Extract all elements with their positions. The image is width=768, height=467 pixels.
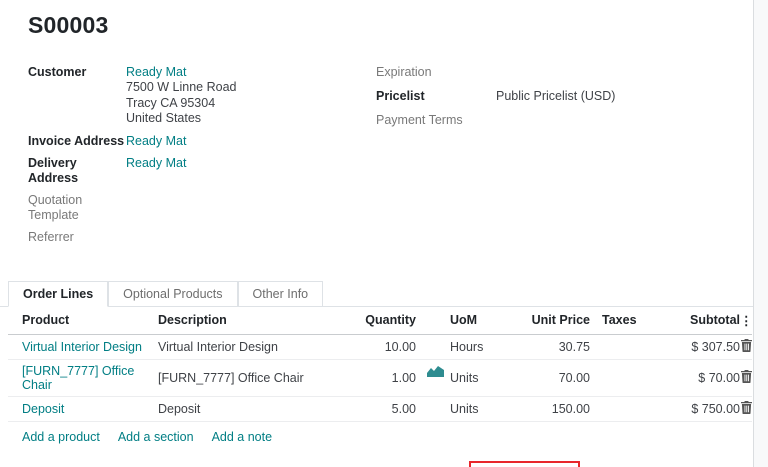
add-note-link[interactable]: Add a note — [212, 430, 272, 444]
invoice-address-value: Ready Mat — [126, 134, 186, 149]
table-row[interactable]: Virtual Interior Design Virtual Interior… — [8, 334, 752, 359]
delivery-address-link[interactable]: Ready Mat — [126, 156, 186, 170]
cell-unit-price[interactable]: 30.75 — [510, 334, 590, 359]
field-expiration: Expiration — [376, 65, 768, 80]
customer-address-line: Tracy CA 95304 — [126, 96, 237, 112]
cell-taxes[interactable] — [590, 334, 652, 359]
field-group-right: Expiration Pricelist Public Pricelist (U… — [372, 65, 768, 252]
cell-description[interactable]: Virtual Interior Design — [158, 334, 330, 359]
cell-taxes[interactable] — [590, 396, 652, 421]
delete-row-icon[interactable] — [741, 339, 752, 355]
cell-uom[interactable]: Units — [416, 396, 510, 421]
annotation-highlight: ADD SHIPPING — [469, 461, 580, 467]
referrer-label: Referrer — [28, 230, 126, 245]
delete-row-icon[interactable] — [741, 401, 752, 417]
table-header-row: Product Description Quantity UoM Unit Pr… — [8, 307, 752, 335]
delivery-address-value: Ready Mat — [126, 156, 186, 186]
table-row[interactable]: Deposit Deposit 5.00 Units 150.00 $ 750.… — [8, 396, 752, 421]
cell-description[interactable]: Deposit — [158, 396, 330, 421]
header-subtotal[interactable]: Subtotal — [652, 307, 740, 335]
customer-label: Customer — [28, 65, 126, 127]
customer-address-line: United States — [126, 111, 237, 127]
cell-subtotal: $ 750.00 — [652, 396, 740, 421]
cell-uom[interactable]: Hours — [416, 334, 510, 359]
cell-quantity[interactable]: 5.00 — [330, 396, 416, 421]
cell-subtotal: $ 307.50 — [652, 334, 740, 359]
field-pricelist: Pricelist Public Pricelist (USD) — [376, 89, 768, 104]
delivery-address-label: Delivery Address — [28, 156, 126, 186]
page-title: S00003 — [0, 0, 768, 39]
field-groups: Customer Ready Mat 7500 W Linne Road Tra… — [0, 65, 768, 252]
cell-unit-price[interactable]: 150.00 — [510, 396, 590, 421]
optional-columns-icon[interactable]: ⋮ — [740, 307, 752, 335]
cell-product[interactable]: Virtual Interior Design — [8, 334, 158, 359]
pricelist-label: Pricelist — [376, 89, 496, 104]
add-section-link[interactable]: Add a section — [118, 430, 194, 444]
scrollbar-track[interactable] — [753, 0, 768, 467]
notebook-tabs: Order Lines Optional Products Other Info — [0, 281, 768, 307]
cell-unit-price[interactable]: 70.00 — [510, 359, 590, 396]
field-payment-terms: Payment Terms — [376, 113, 768, 128]
header-taxes[interactable]: Taxes — [590, 307, 652, 335]
field-delivery-address: Delivery Address Ready Mat — [28, 156, 372, 186]
tab-other-info[interactable]: Other Info — [238, 281, 324, 307]
header-unit-price[interactable]: Unit Price — [510, 307, 590, 335]
customer-value: Ready Mat 7500 W Linne Road Tracy CA 953… — [126, 65, 237, 127]
cell-product[interactable]: Deposit — [8, 396, 158, 421]
field-group-left: Customer Ready Mat 7500 W Linne Road Tra… — [0, 65, 372, 252]
pricelist-value[interactable]: Public Pricelist (USD) — [496, 89, 615, 104]
field-invoice-address: Invoice Address Ready Mat — [28, 134, 372, 149]
cell-description[interactable]: [FURN_7777] Office Chair — [158, 359, 330, 396]
expiration-label: Expiration — [376, 65, 496, 80]
header-product[interactable]: Product — [8, 307, 158, 335]
quotation-template-label: Quotation Template — [28, 193, 126, 223]
order-lines-table: Product Description Quantity UoM Unit Pr… — [8, 307, 752, 422]
table-add-links: Add a product Add a section Add a note — [22, 430, 768, 444]
tab-order-lines[interactable]: Order Lines — [8, 281, 108, 307]
field-referrer: Referrer — [28, 230, 372, 245]
invoice-address-label: Invoice Address — [28, 134, 126, 149]
header-quantity[interactable]: Quantity — [330, 307, 416, 335]
delete-row-icon[interactable] — [741, 370, 752, 386]
field-customer: Customer Ready Mat 7500 W Linne Road Tra… — [28, 65, 372, 127]
order-actions: ADD SHIPPING COUPON PROMOTIONS — [0, 461, 768, 467]
cell-subtotal: $ 70.00 — [652, 359, 740, 396]
invoice-address-link[interactable]: Ready Mat — [126, 134, 186, 148]
header-description[interactable]: Description — [158, 307, 330, 335]
cell-quantity[interactable]: 10.00 — [330, 334, 416, 359]
payment-terms-label: Payment Terms — [376, 113, 496, 128]
cell-product[interactable]: [FURN_7777] Office Chair — [8, 359, 158, 396]
field-quotation-template: Quotation Template — [28, 193, 372, 223]
header-uom[interactable]: UoM — [416, 307, 510, 335]
quotation-form: S00003 Customer Ready Mat 7500 W Linne R… — [0, 0, 768, 467]
cell-taxes[interactable] — [590, 359, 652, 396]
customer-link[interactable]: Ready Mat — [126, 65, 186, 79]
add-product-link[interactable]: Add a product — [22, 430, 100, 444]
tab-optional-products[interactable]: Optional Products — [108, 281, 237, 307]
table-row[interactable]: [FURN_7777] Office Chair [FURN_7777] Off… — [8, 359, 752, 396]
customer-address-line: 7500 W Linne Road — [126, 80, 237, 96]
forecast-chart-icon[interactable] — [427, 365, 444, 380]
cell-quantity[interactable]: 1.00 — [330, 359, 416, 396]
